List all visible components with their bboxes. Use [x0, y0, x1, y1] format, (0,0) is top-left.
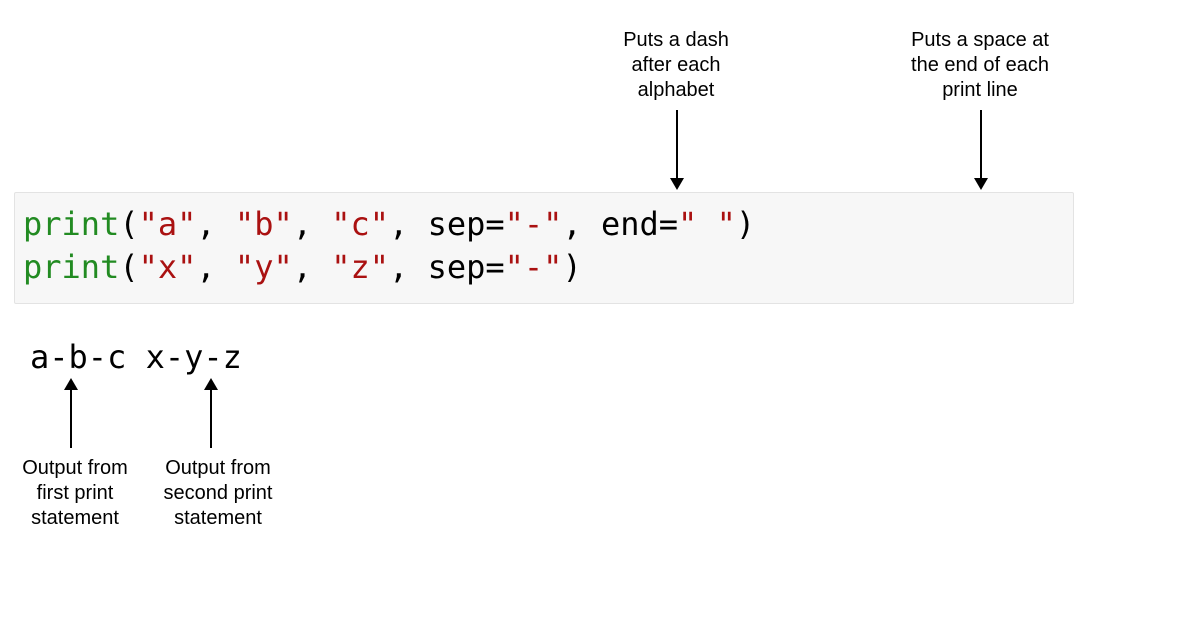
token-string: "-"	[505, 248, 563, 286]
token-comma: ,	[196, 205, 235, 243]
annotation-output-2: Output from second print statement	[148, 456, 288, 531]
arrow-line-sep	[676, 110, 678, 180]
code-block: print("a", "b", "c", sep="-", end=" ") p…	[14, 192, 1074, 304]
token-kwarg-sep: sep	[428, 205, 486, 243]
annotation-output-1: Output from first print statement	[10, 456, 140, 531]
token-string: "b"	[235, 205, 293, 243]
output-text: a-b-c x-y-z	[30, 338, 242, 376]
token-function: print	[23, 248, 119, 286]
token-string: "z"	[331, 248, 389, 286]
token-comma: ,	[389, 205, 428, 243]
arrow-down-icon	[670, 178, 684, 190]
token-string: "c"	[331, 205, 389, 243]
annotation-sep: Puts a dash after each alphabet	[586, 28, 766, 103]
token-equals: =	[485, 205, 504, 243]
token-string: "y"	[235, 248, 293, 286]
token-comma: ,	[562, 205, 601, 243]
token-function: print	[23, 205, 119, 243]
token-equals: =	[485, 248, 504, 286]
arrow-line-out2	[210, 388, 212, 448]
token-paren-open: (	[119, 205, 138, 243]
code-line-1: print("a", "b", "c", sep="-", end=" ")	[23, 203, 1065, 246]
token-string: "-"	[505, 205, 563, 243]
arrow-line-end	[980, 110, 982, 180]
token-paren-close: )	[736, 205, 755, 243]
arrow-down-icon	[974, 178, 988, 190]
token-string: "a"	[139, 205, 197, 243]
token-kwarg-end: end	[601, 205, 659, 243]
token-paren-close: )	[562, 248, 581, 286]
token-string: " "	[678, 205, 736, 243]
token-comma: ,	[389, 248, 428, 286]
token-kwarg-sep: sep	[428, 248, 486, 286]
token-paren-open: (	[119, 248, 138, 286]
token-string: "x"	[139, 248, 197, 286]
token-equals: =	[659, 205, 678, 243]
arrow-line-out1	[70, 388, 72, 448]
annotation-end: Puts a space at the end of each print li…	[870, 28, 1090, 103]
token-comma: ,	[293, 248, 332, 286]
diagram-stage: Puts a dash after each alphabet Puts a s…	[0, 0, 1200, 630]
code-line-2: print("x", "y", "z", sep="-")	[23, 246, 1065, 289]
token-comma: ,	[196, 248, 235, 286]
token-comma: ,	[293, 205, 332, 243]
